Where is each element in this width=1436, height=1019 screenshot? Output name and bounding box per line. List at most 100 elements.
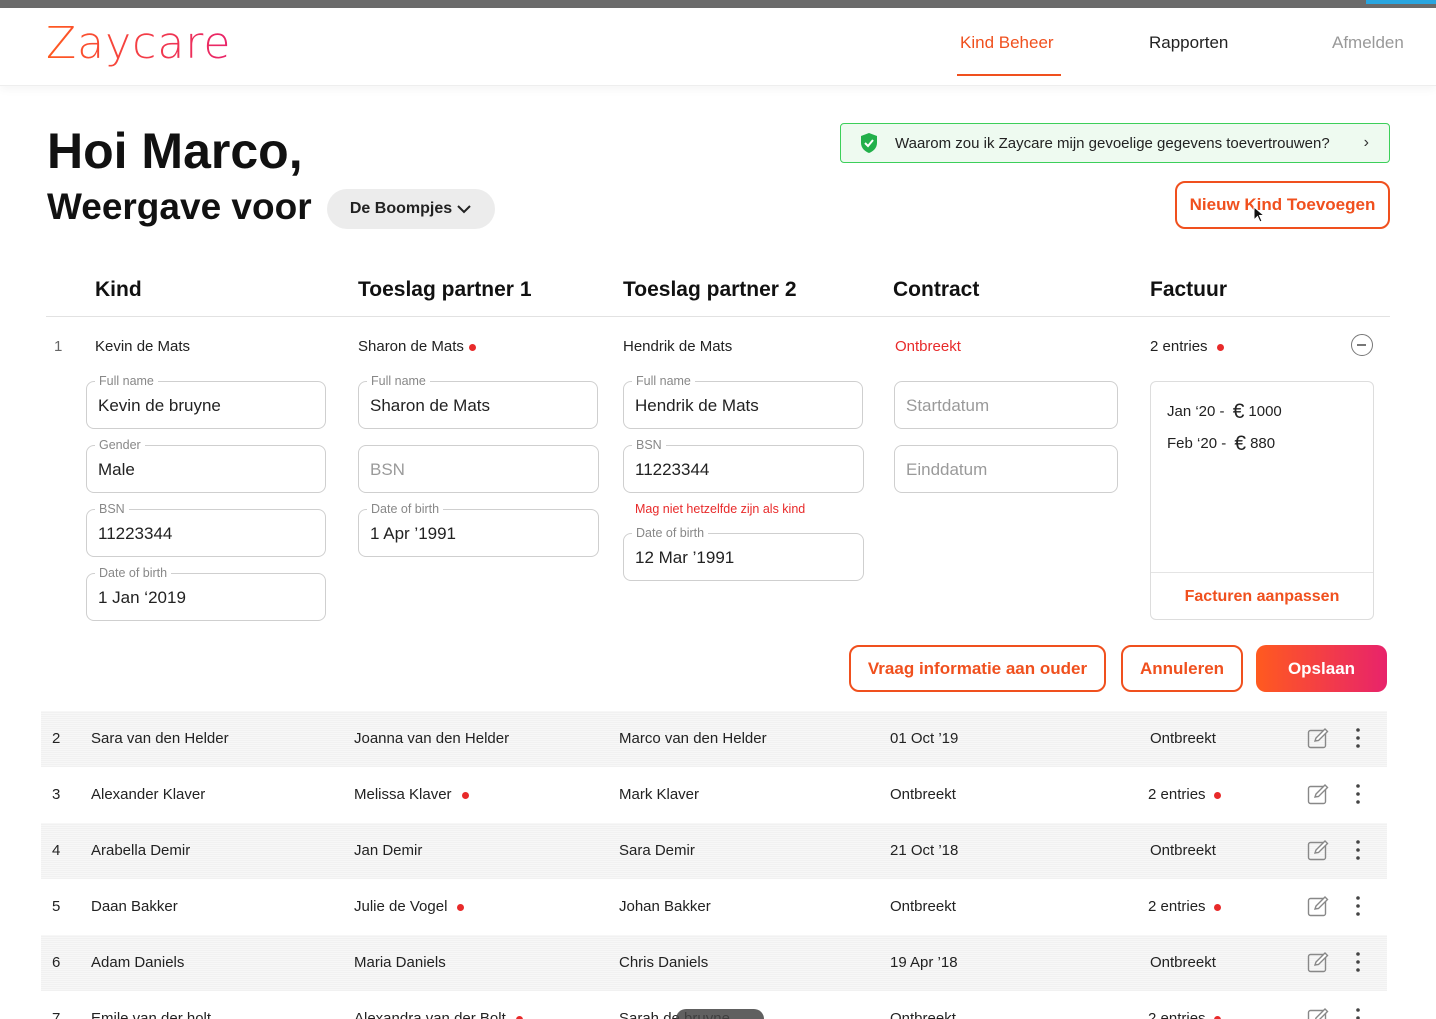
scroll-hint-pill [676, 1009, 764, 1019]
expanded-partner2-name: Hendrik de Mats [623, 338, 733, 355]
active-nav-underline [957, 74, 1061, 76]
more-options-icon[interactable] [1350, 727, 1366, 749]
row-invoice: 2 entries [1148, 898, 1221, 915]
header-factuur: Factuur [1150, 278, 1228, 301]
ask-parent-button[interactable]: Vraag informatie aan ouder [849, 645, 1106, 692]
edit-icon[interactable] [1307, 951, 1329, 973]
row-partner1-name: Maria Daniels [354, 954, 446, 971]
row-contract: Ontbreekt [890, 1010, 956, 1019]
location-value: De Boompjes [349, 200, 453, 217]
nav-kind-beheer[interactable]: Kind Beheer [960, 33, 1054, 53]
trust-banner[interactable]: Waarom zou ik Zaycare mijn gevoelige geg… [840, 123, 1390, 163]
row-partner1-name: Jan Demir [354, 842, 423, 859]
more-options-icon[interactable] [1350, 895, 1366, 917]
row-partner2-name: Sara Demir [619, 842, 695, 859]
nav-rapporten[interactable]: Rapporten [1149, 33, 1228, 53]
header-divider [46, 316, 1390, 317]
partner2-dob-field[interactable]: Date of birth 12 Mar ’1991 [623, 526, 864, 581]
row-partner2-name: Johan Bakker [619, 898, 711, 915]
edit-invoices-link[interactable]: Facturen aanpassen [1151, 588, 1373, 606]
header-contract: Contract [893, 278, 980, 301]
partner1-full-name-field[interactable]: Full name Sharon de Mats [358, 374, 598, 429]
child-gender-field[interactable]: Gender Male [86, 438, 326, 493]
header-kind: Kind [95, 278, 142, 301]
invoice-line: Feb ‘20 - €880 [1167, 432, 1276, 455]
edit-icon[interactable] [1307, 839, 1329, 861]
expanded-child-name: Kevin de Mats [95, 338, 191, 355]
edit-icon[interactable] [1307, 1007, 1329, 1019]
expanded-contract-status: Ontbreekt [895, 338, 961, 355]
euro-icon: € [1234, 432, 1247, 455]
row-index: 4 [52, 842, 61, 859]
row-invoice: Ontbreekt [1150, 842, 1216, 859]
more-options-icon[interactable] [1350, 951, 1366, 973]
row-invoice: Ontbreekt [1150, 730, 1216, 747]
missing-info-dot [1213, 1015, 1221, 1019]
row-child-name: Daan Bakker [91, 898, 178, 915]
row-child-name: Sara van den Helder [91, 730, 229, 747]
missing-info-dot [461, 791, 469, 799]
trust-banner-text: Waarom zou ik Zaycare mijn gevoelige geg… [895, 134, 1330, 152]
cancel-button[interactable]: Annuleren [1121, 645, 1243, 692]
loading-indicator [1366, 0, 1436, 4]
child-dob-field[interactable]: Date of birth 1 Jan ‘2019 [86, 566, 326, 621]
missing-info-dot [468, 343, 476, 351]
collapse-row-icon[interactable] [1351, 334, 1373, 356]
location-dropdown[interactable]: De Boompjes [327, 189, 495, 229]
row-partner2-name: Mark Klaver [619, 786, 700, 803]
row-invoice: 2 entries [1148, 1010, 1221, 1019]
child-full-name-field[interactable]: Full name Kevin de bruyne [86, 374, 326, 429]
row-child-name: Arabella Demir [91, 842, 191, 859]
greeting-title: Hoi Marco, [47, 123, 303, 179]
zaycare-logo[interactable]: Zaycare [46, 18, 232, 69]
euro-icon: € [1232, 400, 1245, 423]
table-row[interactable]: 6 Adam Daniels Maria Daniels Chris Daniels 1… [41, 935, 1387, 991]
browser-top-strip [0, 0, 1436, 8]
table-row[interactable]: 3 Alexander Klaver Melissa Klaver Mark Klav… [41, 767, 1387, 823]
row-child-name: Emile van der holt [91, 1010, 212, 1019]
row-partner1-name: Alexandra van der Bolt [354, 1010, 523, 1019]
partner1-dob-field[interactable]: Date of birth 1 Apr ’1991 [358, 502, 599, 557]
header-partner-1: Toeslag partner 1 [358, 278, 532, 301]
row-child-name: Alexander Klaver [91, 786, 206, 803]
chevron-down-icon [457, 205, 471, 214]
expanded-partner1-name: Sharon de Mats [358, 338, 476, 355]
bsn-error-message: Mag niet hetzelfde zijn als kind [635, 502, 806, 516]
more-options-icon[interactable] [1350, 783, 1366, 805]
save-button[interactable]: Opslaan [1256, 645, 1387, 692]
row-index: 7 [52, 1010, 61, 1019]
nav-afmelden[interactable]: Afmelden [1332, 33, 1404, 53]
more-options-icon[interactable] [1350, 839, 1366, 861]
shield-check-icon [861, 133, 877, 153]
table-row[interactable]: 4 Arabella Demir Jan Demir Sara Demir 21 Oct… [41, 823, 1387, 879]
expanded-invoice-count: 2 entries [1150, 338, 1224, 355]
row-contract: 19 Apr ’18 [890, 954, 958, 971]
view-for-label: Weergave voor [47, 186, 312, 227]
row-contract: 21 Oct ’18 [890, 842, 959, 859]
edit-icon[interactable] [1307, 783, 1329, 805]
row-partner1-name: Julie de Vogel [354, 898, 465, 915]
add-child-button[interactable]: Nieuw Kind Toevoegen [1175, 181, 1390, 229]
edit-icon[interactable] [1307, 727, 1329, 749]
partner1-bsn-field[interactable]: BSN [358, 445, 599, 493]
invoice-divider [1151, 572, 1373, 573]
partner2-bsn-field[interactable]: BSN 11223344 [623, 438, 864, 493]
contract-start-date-field[interactable]: Startdatum [894, 381, 1118, 429]
table-row[interactable]: 2 Sara van den Helder Joanna van den Helde… [41, 711, 1387, 767]
chevron-right-icon: › [1363, 134, 1369, 151]
row-contract: Ontbreekt [890, 786, 956, 803]
child-bsn-field[interactable]: BSN 11223344 [86, 502, 326, 557]
invoice-list: Jan ‘20 - €1000 Feb ‘20 - €880 Facturen … [1150, 381, 1374, 620]
table-row[interactable]: 5 Daan Bakker Julie de Vogel Johan Bakker On… [41, 879, 1387, 935]
row-index: 1 [54, 338, 63, 355]
row-partner1-name: Joanna van den Helder [354, 730, 510, 747]
row-partner2-name: Chris Daniels [619, 954, 709, 971]
edit-icon[interactable] [1307, 895, 1329, 917]
mouse-cursor-icon [1253, 206, 1265, 223]
missing-info-dot [515, 1015, 523, 1019]
contract-end-date-field[interactable]: Einddatum [894, 445, 1118, 493]
missing-info-dot [457, 903, 465, 911]
partner2-full-name-field[interactable]: Full name Hendrik de Mats [623, 374, 863, 429]
row-index: 2 [52, 730, 61, 747]
more-options-icon[interactable] [1350, 1007, 1366, 1019]
